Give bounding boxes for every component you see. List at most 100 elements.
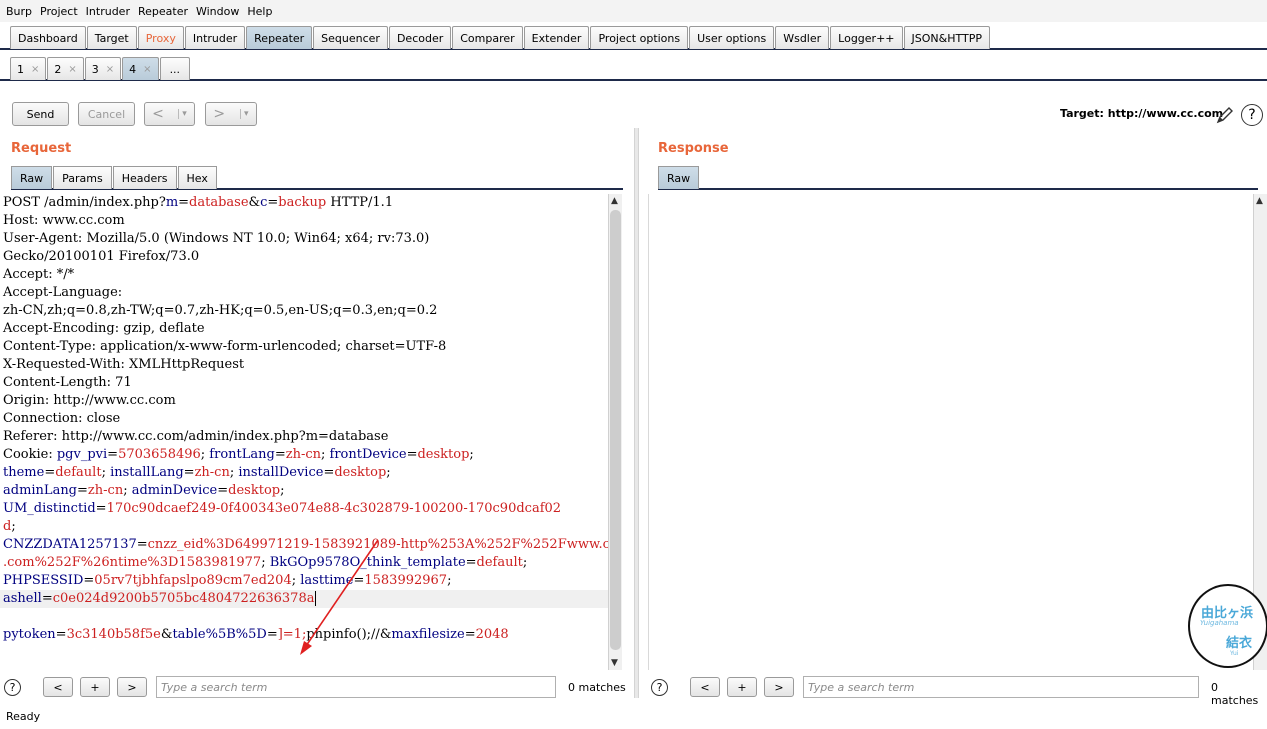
param-value: desktop bbox=[334, 465, 387, 480]
tab-proxy[interactable]: Proxy bbox=[137, 26, 184, 49]
request-tab-headers[interactable]: Headers bbox=[112, 166, 177, 189]
request-line: CNZZDATA1257137=cnzz_eid%3D649971219-158… bbox=[0, 536, 608, 554]
pane-divider[interactable] bbox=[634, 128, 639, 698]
tab-intruder[interactable]: Intruder bbox=[184, 26, 246, 49]
search-add-button[interactable]: + bbox=[80, 677, 110, 697]
param-value: default bbox=[476, 555, 523, 570]
param-name: adminLang bbox=[3, 483, 78, 498]
repeater-tab-bar: 1 × 2 × 3 × 4 × ... bbox=[0, 57, 1267, 81]
tab-json-http[interactable]: JSON&HTTPP bbox=[903, 26, 990, 49]
send-button[interactable]: Send bbox=[12, 102, 69, 126]
param-name: frontDevice bbox=[329, 447, 407, 462]
tab-logger[interactable]: Logger++ bbox=[830, 26, 903, 49]
menu-repeater[interactable]: Repeater bbox=[138, 5, 188, 18]
search-prev-button[interactable]: < bbox=[43, 677, 73, 697]
repeater-tab-2[interactable]: 2 × bbox=[47, 57, 84, 80]
tab-extender[interactable]: Extender bbox=[523, 26, 590, 49]
close-icon[interactable]: × bbox=[106, 64, 114, 75]
request-text: ; bbox=[321, 447, 330, 462]
menu-intruder[interactable]: Intruder bbox=[86, 5, 130, 18]
request-text: = bbox=[217, 483, 229, 498]
request-text: = bbox=[136, 537, 148, 552]
request-text: Referer: http://www.cc.com/admin/index.p… bbox=[3, 429, 389, 444]
request-text: Content-Type: application/x-www-form-url… bbox=[3, 339, 447, 354]
request-text: & bbox=[160, 627, 173, 642]
request-text: ; bbox=[101, 465, 111, 480]
scroll-up-icon[interactable]: ▲ bbox=[611, 196, 618, 206]
param-value: 05rv7tjbhfapslpo89cm7ed204 bbox=[94, 573, 292, 588]
request-line: Cookie: pgv_pvi=5703658496; frontLang=zh… bbox=[0, 446, 608, 464]
param-name: maxfilesize bbox=[391, 627, 465, 642]
param-value: backup bbox=[278, 195, 327, 210]
tab-dashboard[interactable]: Dashboard bbox=[10, 26, 86, 49]
param-name: CNZZDATA1257137 bbox=[3, 537, 137, 552]
request-line: Connection: close bbox=[0, 410, 608, 428]
tab-repeater[interactable]: Repeater bbox=[246, 26, 313, 49]
request-scrollbar[interactable]: ▲ ▼ bbox=[608, 194, 622, 670]
help-icon[interactable]: ? bbox=[651, 679, 668, 696]
request-text: phpinfo();// bbox=[306, 627, 380, 642]
text-caret bbox=[315, 591, 317, 606]
menu-help[interactable]: Help bbox=[247, 5, 272, 18]
repeater-tab-3[interactable]: 3 × bbox=[84, 57, 122, 80]
tab-wsdler[interactable]: Wsdler bbox=[775, 26, 830, 49]
param-value: zh-cn bbox=[87, 483, 124, 498]
request-text: = bbox=[183, 465, 195, 480]
tab-sequencer[interactable]: Sequencer bbox=[313, 26, 388, 49]
tab-user-options[interactable]: User options bbox=[689, 26, 775, 49]
request-text: ; bbox=[447, 573, 452, 588]
param-value: cnzz_eid%3D649971219-1583921089-http%253… bbox=[147, 537, 608, 552]
request-line: Host: www.cc.com bbox=[0, 212, 608, 230]
request-tab-params[interactable]: Params bbox=[53, 166, 112, 189]
request-text: = bbox=[353, 573, 365, 588]
response-search-input[interactable] bbox=[803, 676, 1199, 698]
back-button[interactable]: < ▾ bbox=[144, 102, 195, 126]
request-text: Accept-Language: bbox=[3, 285, 123, 300]
search-prev-button[interactable]: < bbox=[690, 677, 720, 697]
tab-comparer[interactable]: Comparer bbox=[452, 26, 523, 49]
tab-target[interactable]: Target bbox=[86, 26, 137, 49]
request-search-input[interactable] bbox=[156, 676, 556, 698]
close-icon[interactable]: × bbox=[68, 64, 76, 75]
request-editor[interactable]: POST /admin/index.php?m=database&c=backu… bbox=[0, 194, 608, 670]
request-line: zh-CN,zh;q=0.8,zh-TW;q=0.7,zh-HK;q=0.5,e… bbox=[0, 302, 608, 320]
watermark-logo: 由比ヶ浜 Yuigahama 結衣 Yui bbox=[1188, 584, 1267, 668]
scroll-thumb[interactable] bbox=[610, 210, 621, 650]
menu-project[interactable]: Project bbox=[40, 5, 78, 18]
param-value: 170c90dcaef249-0f400343e074e88-4c302879-… bbox=[106, 501, 562, 516]
tab-project-options[interactable]: Project options bbox=[590, 26, 689, 49]
repeater-tab-4[interactable]: 4 × bbox=[122, 57, 159, 80]
tab-decoder[interactable]: Decoder bbox=[388, 26, 452, 49]
close-icon[interactable]: × bbox=[31, 64, 39, 75]
param-value: zh-cn bbox=[194, 465, 230, 480]
menu-burp[interactable]: Burp bbox=[6, 5, 32, 18]
search-add-button[interactable]: + bbox=[727, 677, 757, 697]
cancel-button[interactable]: Cancel bbox=[78, 102, 135, 126]
help-icon[interactable]: ? bbox=[4, 679, 21, 696]
request-text: Origin: http://www.cc.com bbox=[3, 393, 176, 408]
response-tab-bar: Raw bbox=[658, 166, 1258, 190]
request-line: .com%252F%26ntime%3D1583981977; BkGOp957… bbox=[0, 554, 608, 572]
search-next-button[interactable]: > bbox=[117, 677, 147, 697]
help-icon[interactable]: ? bbox=[1241, 104, 1263, 126]
param-name: ashell bbox=[3, 591, 42, 606]
response-editor[interactable] bbox=[648, 194, 1253, 670]
close-icon[interactable]: × bbox=[143, 64, 151, 75]
search-next-button[interactable]: > bbox=[764, 677, 794, 697]
param-name: pytoken bbox=[3, 627, 56, 642]
param-name: m bbox=[165, 195, 179, 210]
request-text: & bbox=[379, 627, 392, 642]
request-line: adminLang=zh-cn; adminDevice=desktop; bbox=[0, 482, 608, 500]
scroll-down-icon[interactable]: ▼ bbox=[611, 658, 618, 668]
menu-window[interactable]: Window bbox=[196, 5, 239, 18]
request-text: = bbox=[44, 465, 56, 480]
repeater-tab-1[interactable]: 1 × bbox=[10, 57, 47, 80]
scroll-up-icon[interactable]: ▲ bbox=[1256, 196, 1263, 206]
pencil-icon[interactable] bbox=[1214, 104, 1236, 126]
request-line: X-Requested-With: XMLHttpRequest bbox=[0, 356, 608, 374]
request-tab-raw[interactable]: Raw bbox=[11, 166, 53, 189]
response-tab-raw[interactable]: Raw bbox=[658, 166, 700, 189]
repeater-tab-new[interactable]: ... bbox=[159, 57, 191, 80]
request-tab-hex[interactable]: Hex bbox=[177, 166, 217, 189]
forward-button[interactable]: > ▾ bbox=[205, 102, 257, 126]
